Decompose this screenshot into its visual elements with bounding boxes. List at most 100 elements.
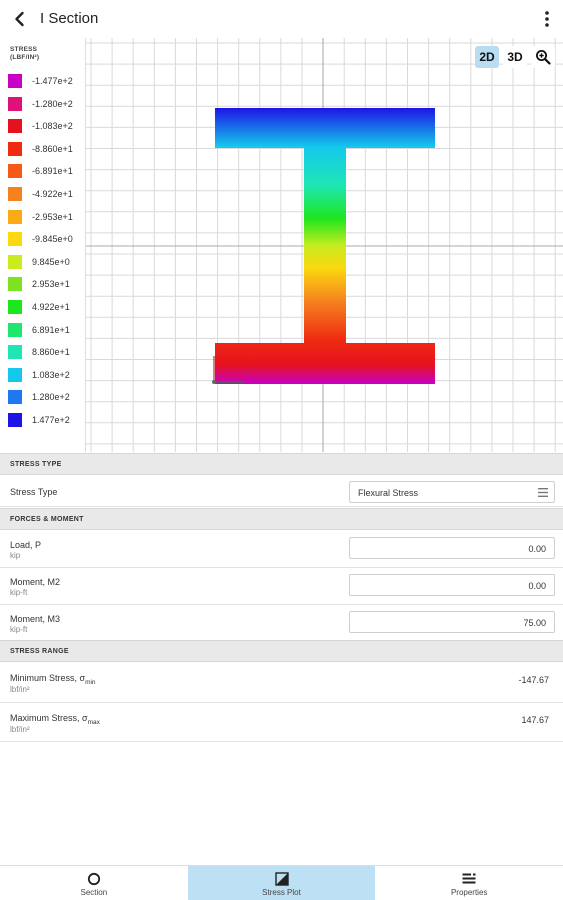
tab-stress-plot[interactable]: Stress Plot bbox=[187, 866, 376, 900]
moment-m3-input[interactable]: 75.00 bbox=[349, 611, 555, 633]
moment-m3-value: 75.00 bbox=[523, 618, 546, 628]
legend-title: STRESS (LBF/IN²) bbox=[10, 46, 39, 62]
moment-m2-input[interactable]: 0.00 bbox=[349, 574, 555, 596]
menu-icon bbox=[538, 488, 548, 497]
legend-label: -1.083e+2 bbox=[32, 121, 73, 132]
legend-item: 2.953e+1 bbox=[8, 277, 70, 292]
legend-item: 4.922e+1 bbox=[8, 300, 70, 314]
legend-label: 6.891e+1 bbox=[32, 324, 70, 335]
stress-type-select[interactable]: Flexural Stress bbox=[349, 481, 555, 503]
legend-label: 9.845e+0 bbox=[32, 256, 70, 267]
legend-swatch bbox=[8, 141, 22, 156]
legend-swatch bbox=[8, 277, 22, 292]
legend-item: -1.280e+2 bbox=[8, 96, 73, 111]
load-p-input[interactable]: 0.00 bbox=[349, 537, 555, 559]
legend-swatch bbox=[8, 367, 22, 382]
tab-section-label: Section bbox=[80, 888, 108, 897]
tab-stress-plot-label: Stress Plot bbox=[262, 888, 301, 897]
stress-plot[interactable]: STRESS (LBF/IN²) -1.477e+2 -1.280e+2 -1.08… bbox=[0, 38, 563, 452]
max-stress-label: Maximum Stress, σmax bbox=[10, 713, 100, 726]
legend-label: -9.845e+0 bbox=[32, 234, 73, 245]
tab-properties[interactable]: Properties bbox=[375, 866, 563, 900]
legend-swatch bbox=[8, 119, 22, 134]
min-stress-label-text: Minimum Stress, σ bbox=[10, 673, 86, 683]
zoom-button[interactable] bbox=[531, 46, 555, 68]
max-stress-label-text: Maximum Stress, σ bbox=[10, 713, 88, 723]
legend-swatch bbox=[8, 300, 22, 314]
app-bar: I Section bbox=[0, 0, 563, 38]
view-2d-button[interactable]: 2D bbox=[475, 46, 499, 68]
moment-m3-row: Moment, M3 kip-ft 75.00 bbox=[0, 605, 563, 641]
stress-type-value: Flexural Stress bbox=[358, 488, 419, 498]
max-stress-value: 147.67 bbox=[521, 715, 549, 725]
stress-legend: STRESS (LBF/IN²) -1.477e+2 -1.280e+2 -1.08… bbox=[0, 38, 86, 452]
legend-item: 1.280e+2 bbox=[8, 390, 70, 405]
legend-swatch bbox=[8, 345, 22, 360]
load-p-unit: kip bbox=[10, 551, 21, 560]
legend-swatch bbox=[8, 390, 22, 405]
stress-range-header: STRESS RANGE bbox=[0, 640, 563, 662]
stress-range-header-label: STRESS RANGE bbox=[10, 648, 69, 655]
moment-m3-unit: kip-ft bbox=[10, 625, 28, 634]
tab-section[interactable]: Section bbox=[0, 866, 188, 900]
legend-swatch bbox=[8, 413, 22, 427]
properties-icon bbox=[462, 872, 476, 884]
legend-item: -9.845e+0 bbox=[8, 232, 73, 247]
legend-swatch bbox=[8, 74, 22, 88]
legend-label: 1.083e+2 bbox=[32, 369, 70, 380]
min-stress-label: Minimum Stress, σmin bbox=[10, 673, 96, 686]
legend-item: 9.845e+0 bbox=[8, 254, 70, 269]
max-stress-row: Maximum Stress, σmax lbf/in² 147.67 bbox=[0, 703, 563, 742]
legend-swatch bbox=[8, 232, 22, 247]
stress-type-header: STRESS TYPE bbox=[0, 453, 563, 475]
legend-swatch bbox=[8, 164, 22, 179]
min-stress-subscript: min bbox=[85, 678, 96, 686]
min-stress-value: -147.67 bbox=[518, 675, 549, 685]
stress-plot-icon bbox=[274, 872, 289, 886]
back-arrow-icon[interactable] bbox=[10, 9, 30, 29]
moment-m2-label: Moment, M2 bbox=[10, 577, 61, 587]
moment-m2-row: Moment, M2 kip-ft 0.00 bbox=[0, 568, 563, 605]
legend-swatch bbox=[8, 209, 22, 224]
legend-item: -4.922e+1 bbox=[8, 187, 73, 201]
legend-swatch bbox=[8, 254, 22, 269]
legend-title-line1: STRESS bbox=[10, 46, 38, 53]
app-root: I Section STRESS (LBF/IN²) -1.477e+2 -1.… bbox=[0, 0, 563, 900]
view-3d-button[interactable]: 3D bbox=[503, 46, 527, 68]
max-stress-unit: lbf/in² bbox=[10, 725, 30, 734]
legend-label: -6.891e+1 bbox=[32, 166, 73, 177]
stress-type-header-label: STRESS TYPE bbox=[10, 461, 62, 468]
legend-item: 6.891e+1 bbox=[8, 322, 70, 337]
legend-label: 1.477e+2 bbox=[32, 415, 70, 425]
legend-label: -8.860e+1 bbox=[32, 143, 73, 154]
stress-type-label: Stress Type bbox=[10, 487, 58, 497]
legend-label: 8.860e+1 bbox=[32, 347, 70, 358]
load-p-value: 0.00 bbox=[528, 544, 546, 554]
moment-m2-unit: kip-ft bbox=[10, 588, 28, 597]
legend-swatch bbox=[8, 187, 22, 201]
legend-item: -2.953e+1 bbox=[8, 209, 73, 224]
legend-label: -1.280e+2 bbox=[32, 98, 73, 109]
stress-type-row: Stress Type Flexural Stress bbox=[0, 476, 563, 507]
legend-title-line2: (LBF/IN²) bbox=[10, 54, 40, 61]
more-vert-icon[interactable] bbox=[541, 9, 553, 29]
tab-properties-label: Properties bbox=[450, 888, 488, 897]
legend-swatch bbox=[8, 322, 22, 337]
legend-item: 1.083e+2 bbox=[8, 367, 70, 382]
min-stress-unit: lbf/in² bbox=[10, 685, 30, 694]
page-title: I Section bbox=[40, 10, 99, 27]
legend-label: 4.922e+1 bbox=[32, 302, 70, 312]
legend-label: 2.953e+1 bbox=[32, 279, 70, 290]
legend-label: -2.953e+1 bbox=[32, 211, 73, 222]
legend-item: 8.860e+1 bbox=[8, 345, 70, 360]
bottom-nav: Section Stress Plot Properties bbox=[0, 865, 563, 900]
legend-label: 1.280e+2 bbox=[32, 392, 70, 403]
load-p-row: Load, P kip 0.00 bbox=[0, 531, 563, 568]
legend-item: -1.083e+2 bbox=[8, 119, 73, 134]
view-controls: 2D 3D bbox=[475, 46, 555, 68]
max-stress-subscript: max bbox=[87, 718, 100, 726]
legend-item: -1.477e+2 bbox=[8, 74, 73, 88]
moment-m3-label: Moment, M3 bbox=[10, 614, 61, 624]
min-stress-row: Minimum Stress, σmin lbf/in² -147.67 bbox=[0, 663, 563, 703]
moment-m2-value: 0.00 bbox=[528, 581, 546, 591]
